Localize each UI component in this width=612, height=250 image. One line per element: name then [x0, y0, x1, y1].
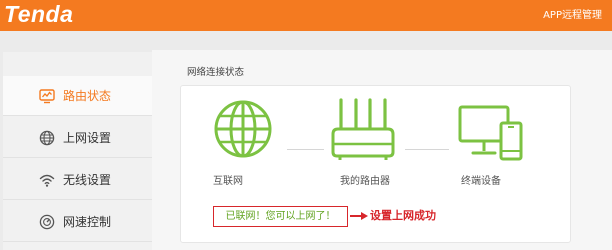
- top-header-bar: Tenda APP远程管理: [0, 0, 612, 31]
- sidebar-item-label: 网速控制: [63, 215, 112, 229]
- annotation-arrow-icon: [350, 212, 368, 220]
- connector-line: [405, 149, 449, 150]
- sidebar-item-label: 路由状态: [63, 89, 112, 103]
- connection-message-box: 已联网！您可以上网了！: [213, 206, 348, 227]
- tenda-logo: Tenda: [4, 1, 74, 27]
- sidebar-item-internet-settings[interactable]: 上网设置: [3, 118, 152, 158]
- internet-globe-icon: [214, 100, 272, 158]
- terminal-devices-label: 终端设备: [461, 176, 501, 187]
- sidebar-nav: 路由状态 上网设置 无线设置 网速控制: [3, 52, 152, 250]
- section-title: 网络连接状态: [187, 67, 245, 78]
- sidebar-item-router-status[interactable]: 路由状态: [3, 76, 152, 116]
- router-label: 我的路由器: [340, 176, 390, 187]
- app-remote-management-link[interactable]: APP远程管理: [543, 9, 602, 22]
- router-icon: [331, 98, 395, 160]
- sidebar-item-label: 上网设置: [63, 131, 112, 145]
- wifi-icon: [39, 174, 55, 187]
- globe-icon: [39, 130, 55, 146]
- sidebar-item-label: 无线设置: [63, 173, 112, 187]
- internet-label: 互联网: [213, 176, 243, 187]
- setup-success-annotation: 设置上网成功: [370, 209, 436, 222]
- sidebar-item-wireless-settings[interactable]: 无线设置: [3, 160, 152, 200]
- speedometer-icon: [39, 214, 55, 230]
- devices-icon: [458, 105, 523, 161]
- connection-status-message: 已联网！您可以上网了！: [225, 211, 336, 222]
- sidebar-item-speed-control[interactable]: 网速控制: [3, 202, 152, 242]
- connector-line: [287, 149, 324, 150]
- monitor-chart-icon: [39, 89, 55, 104]
